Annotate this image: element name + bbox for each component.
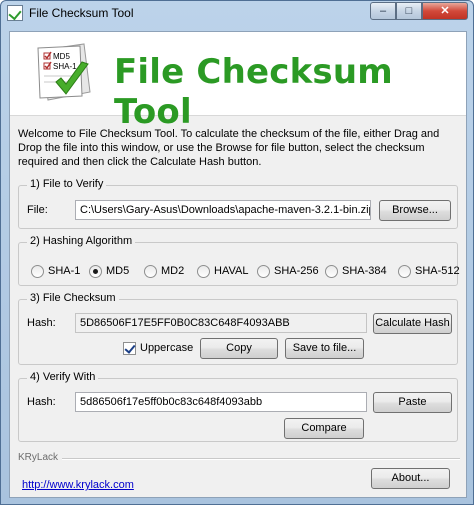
client-area: MD5 SHA-1 File Checksum Tool Welcome to … bbox=[9, 31, 467, 498]
maximize-button[interactable]: □ bbox=[396, 2, 422, 20]
file-to-verify-group: 1) File to Verify File: C:\Users\Gary-As… bbox=[18, 178, 458, 229]
banner-title: File Checksum Tool bbox=[114, 52, 393, 132]
radio-circle[interactable] bbox=[144, 265, 157, 278]
computed-hash-field[interactable]: 5D86506F17E5FF0B0C83C648F4093ABB bbox=[75, 313, 367, 333]
file-checksum-group: 3) File Checksum Hash: 5D86506F17E5FF0B0… bbox=[18, 292, 458, 365]
about-button[interactable]: About... bbox=[371, 468, 450, 489]
compare-button[interactable]: Compare bbox=[284, 418, 364, 439]
radio-label[interactable]: SHA-256 bbox=[274, 265, 319, 277]
title-bar[interactable]: File Checksum Tool – □ ✕ bbox=[1, 1, 473, 25]
radio-label[interactable]: SHA-384 bbox=[342, 265, 387, 277]
footer-divider bbox=[62, 458, 460, 460]
minimize-button[interactable]: – bbox=[370, 2, 396, 20]
radio-label[interactable]: HAVAL bbox=[214, 265, 248, 277]
verify-hash-label: Hash: bbox=[27, 396, 56, 408]
radio-circle[interactable] bbox=[325, 265, 338, 278]
brand-label: KRyLack bbox=[18, 452, 59, 463]
verify-with-legend: 4) Verify With bbox=[27, 371, 99, 383]
paste-button[interactable]: Paste bbox=[373, 392, 452, 413]
calculate-hash-button[interactable]: Calculate Hash bbox=[373, 313, 452, 334]
file-label: File: bbox=[27, 204, 48, 216]
close-button[interactable]: ✕ bbox=[422, 2, 468, 20]
hashing-algorithm-legend: 2) Hashing Algorithm bbox=[27, 235, 136, 247]
logo-md5-text: MD5 bbox=[53, 52, 70, 61]
radio-circle[interactable] bbox=[197, 265, 210, 278]
app-window: File Checksum Tool – □ ✕ MD5 SHA-1 File … bbox=[0, 0, 474, 505]
logo-sha1-text: SHA-1 bbox=[53, 62, 77, 71]
browse-button[interactable]: Browse... bbox=[379, 200, 451, 221]
file-path-input[interactable]: C:\Users\Gary-Asus\Downloads\apache-mave… bbox=[75, 200, 371, 220]
website-link[interactable]: http://www.krylack.com bbox=[22, 479, 134, 491]
hashing-algorithm-group: 2) Hashing Algorithm SHA-1 MD5 MD2 HAVAL SHA… bbox=[18, 235, 460, 286]
verify-with-group: 4) Verify With Hash: 5d86506f17e5ff0b0c8… bbox=[18, 371, 458, 442]
uppercase-label[interactable]: Uppercase bbox=[140, 342, 193, 354]
copy-button[interactable]: Copy bbox=[200, 338, 278, 359]
window-title: File Checksum Tool bbox=[29, 6, 134, 20]
radio-circle[interactable] bbox=[398, 265, 411, 278]
file-to-verify-legend: 1) File to Verify bbox=[27, 178, 107, 190]
radio-circle[interactable] bbox=[257, 265, 270, 278]
checklist-document-icon: MD5 SHA-1 bbox=[37, 43, 91, 101]
verify-hash-input[interactable]: 5d86506f17e5ff0b0c83c648f4093abb bbox=[75, 392, 367, 412]
radio-circle[interactable] bbox=[31, 265, 44, 278]
file-checksum-legend: 3) File Checksum bbox=[27, 292, 119, 304]
banner: MD5 SHA-1 File Checksum Tool bbox=[10, 32, 466, 132]
radio-label[interactable]: SHA-512 bbox=[415, 265, 460, 277]
intro-text: Welcome to File Checksum Tool. To calcul… bbox=[18, 128, 440, 168]
radio-label[interactable]: MD5 bbox=[106, 265, 129, 277]
radio-label[interactable]: MD2 bbox=[161, 265, 184, 277]
hash-label: Hash: bbox=[27, 317, 56, 329]
radio-label[interactable]: SHA-1 bbox=[48, 265, 80, 277]
uppercase-checkbox[interactable] bbox=[123, 342, 136, 355]
save-to-file-button[interactable]: Save to file... bbox=[285, 338, 364, 359]
app-icon bbox=[7, 5, 23, 21]
radio-circle[interactable] bbox=[89, 265, 102, 278]
